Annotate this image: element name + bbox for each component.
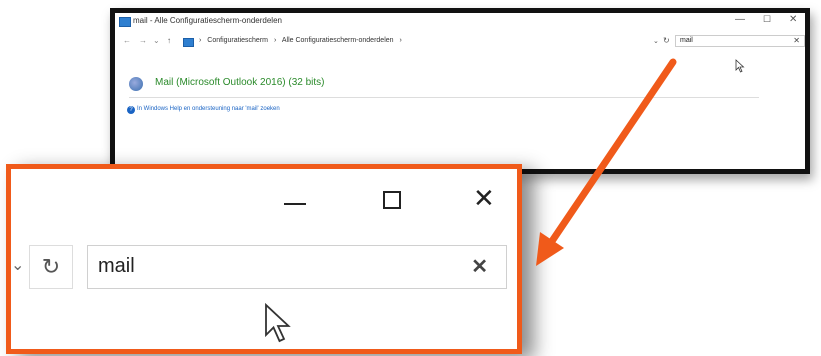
refresh-icon[interactable]: ↻ — [663, 36, 670, 45]
control-panel-icon — [119, 17, 131, 27]
breadcrumb-item-configuratiescherm[interactable]: Configuratiescherm — [207, 37, 268, 44]
cursor-icon — [265, 302, 291, 343]
close-icon[interactable]: ✕ — [471, 254, 488, 279]
minimize-button[interactable] — [284, 203, 306, 205]
search-value: mail — [98, 255, 135, 277]
address-bar: ← → ⌄ ↑ › Configuratiescherm › Alle Conf… — [115, 35, 805, 49]
breadcrumb-separator: › — [273, 37, 277, 44]
cursor-icon — [735, 59, 745, 73]
maximize-button[interactable] — [383, 191, 401, 209]
result-link-mail[interactable]: Mail (Microsoft Outlook 2016) (32 bits) — [155, 77, 325, 88]
search-value: mail — [680, 37, 693, 44]
address-dropdown-icon[interactable]: ⌄ — [11, 255, 24, 275]
explorer-window: mail - Alle Configuratiescherm-onderdele… — [110, 8, 810, 174]
address-dropdown-icon[interactable]: ⌄ — [653, 37, 659, 45]
breadcrumb-item-alle-onderdelen[interactable]: Alle Configuratiescherm-onderdelen — [282, 37, 394, 44]
search-input[interactable]: mail ✕ — [87, 245, 507, 289]
up-button[interactable]: ↑ — [167, 36, 171, 45]
divider — [129, 97, 759, 98]
recent-locations-button[interactable]: ⌄ — [153, 36, 160, 45]
close-button[interactable]: ✕ — [789, 14, 797, 25]
breadcrumb-separator: › — [399, 37, 402, 44]
back-button[interactable]: ← — [123, 36, 131, 45]
help-icon: ? — [127, 106, 135, 114]
zoom-callout: ✕ ⌄ ↻ mail ✕ — [6, 164, 522, 354]
maximize-button[interactable]: ☐ — [763, 14, 771, 25]
close-icon[interactable]: ✕ — [793, 36, 800, 45]
refresh-icon[interactable]: ↻ — [29, 245, 73, 289]
minimize-button[interactable]: — — [735, 14, 745, 25]
help-search-link[interactable]: In Windows Help en ondersteuning naar 'm… — [137, 106, 280, 112]
control-panel-icon — [183, 38, 194, 47]
window-title: mail - Alle Configuratiescherm-onderdele… — [133, 16, 282, 25]
zoomed-address-bar: ⌄ ↻ mail ✕ — [11, 245, 511, 291]
close-button[interactable]: ✕ — [473, 185, 495, 211]
title-bar: mail - Alle Configuratiescherm-onderdele… — [115, 13, 805, 33]
breadcrumb: › Configuratiescherm › Alle Configuratie… — [199, 37, 406, 44]
breadcrumb-separator: › — [199, 37, 202, 44]
mail-icon — [129, 77, 143, 91]
forward-button[interactable]: → — [139, 36, 147, 45]
search-input[interactable]: mail ✕ — [675, 35, 805, 47]
